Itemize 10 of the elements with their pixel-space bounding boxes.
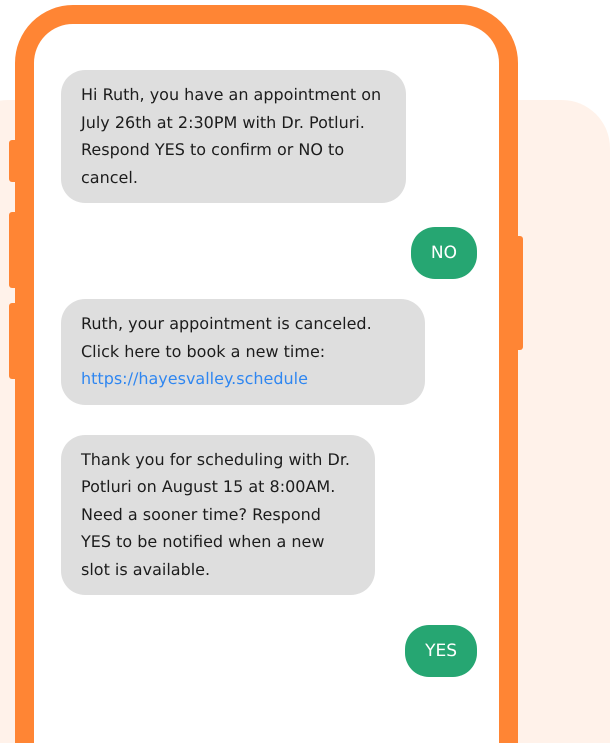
side-button[interactable] [518, 236, 523, 350]
outgoing-message: NO [410, 227, 477, 279]
side-button[interactable] [9, 303, 15, 379]
incoming-message: Hi Ruth, you have an appointment on July 26th at 2:30PM with Dr. Potluri. Respond YES to confirm or NO to cancel. [61, 70, 406, 203]
side-button[interactable] [9, 212, 15, 288]
incoming-message: Thank you for scheduling with Dr. Potluri on August 15 at 8:00AM. Need a sooner time? Respond YES to be notified when a new slot is available. [61, 434, 375, 595]
side-button[interactable] [9, 140, 15, 182]
incoming-message: Ruth, your appointment is canceled. Click here to book a new time: https://hayesvalley.schedule [61, 299, 425, 404]
schedule-link[interactable]: https://hayesvalley.schedule [81, 369, 308, 388]
outgoing-message: YES [405, 625, 477, 677]
